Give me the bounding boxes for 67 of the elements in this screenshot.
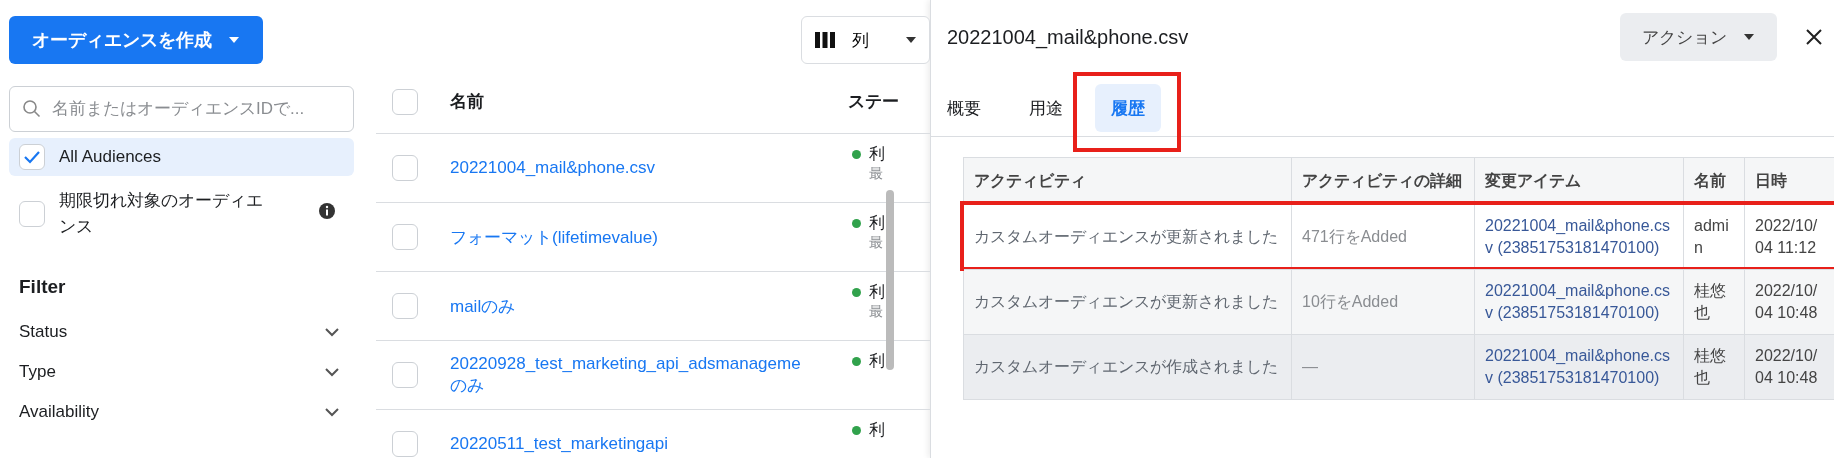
close-icon[interactable]: [1805, 28, 1823, 46]
tab[interactable]: 用途: [1013, 84, 1079, 132]
audience-name-link[interactable]: フォーマット(lifetimevalue): [450, 225, 832, 249]
column-header: 日時: [1744, 158, 1834, 204]
status-text: 利: [869, 420, 885, 440]
table-cell: —: [1291, 335, 1474, 399]
status-dot: [852, 357, 861, 366]
status-dot: [852, 426, 861, 435]
status-detail: 最: [869, 234, 884, 252]
checkbox[interactable]: [392, 293, 418, 319]
filter-dropdown[interactable]: Status: [9, 312, 354, 352]
status-detail: 最: [869, 303, 884, 321]
checkmark-icon: [23, 150, 41, 164]
checkbox[interactable]: [392, 155, 418, 181]
column-header: アクティビティ: [973, 171, 1087, 191]
status-detail: 最: [869, 165, 884, 183]
search-field[interactable]: 名前またはオーディエンスIDで...: [9, 86, 354, 132]
item-link[interactable]: 20221004_mail&phone.csv (23851753181470100): [1485, 345, 1673, 389]
tab[interactable]: 履歴: [1095, 84, 1161, 132]
filter-label: 期限切れ対象のオーディエンス: [59, 190, 264, 238]
item-link[interactable]: 20221004_mail&phone.csv (23851753181470100): [1485, 280, 1673, 324]
caret-icon: [905, 36, 917, 44]
status-text: 利: [869, 144, 885, 164]
table-cell-text: カスタムオーディエンスが更新されました: [973, 227, 1279, 247]
checkbox[interactable]: [392, 88, 418, 115]
status-dot: [852, 150, 861, 159]
scrollbar[interactable]: [886, 190, 894, 370]
caret-icon: [1743, 33, 1755, 41]
audience-name-link[interactable]: 20220511_test_marketingapi: [450, 434, 832, 454]
search-icon: [22, 99, 42, 119]
checkbox[interactable]: [392, 362, 418, 388]
status-text: 利: [869, 351, 885, 371]
audience-name-link[interactable]: 20220928_test_marketing_api_adsmanageme のみ: [450, 353, 832, 397]
table-cell-text: カスタムオーディエンスが更新されました: [973, 292, 1279, 312]
columns-button[interactable]: 列: [801, 16, 930, 64]
status-dot: [852, 219, 861, 228]
filter-heading: Filter: [19, 276, 67, 298]
table-cell-text: カスタムオーディエンスが作成されました: [973, 357, 1279, 377]
tab[interactable]: 概要: [947, 84, 997, 132]
column-header: 変更アイテム: [1474, 158, 1683, 204]
info-icon[interactable]: [318, 202, 336, 220]
status-text: 利: [869, 282, 885, 302]
checkbox[interactable]: [19, 201, 45, 227]
columns-icon: [814, 31, 836, 49]
checkbox[interactable]: [19, 144, 45, 170]
panel-title: 20221004_mail&phone.csv: [947, 25, 1190, 49]
filter-label: All Audiences: [59, 146, 163, 168]
action-button[interactable]: アクション: [1620, 13, 1777, 61]
checkbox[interactable]: [392, 431, 418, 457]
column-header: アクティビティの詳細: [1291, 158, 1474, 204]
column-header[interactable]: ステー: [848, 90, 898, 113]
table-cell: 2022/10/04 10:48: [1744, 335, 1834, 399]
audience-filter-item[interactable]: 期限切れ対象のオーディエンス: [9, 182, 354, 246]
checkbox[interactable]: [392, 224, 418, 250]
audience-name-link[interactable]: 20221004_mail&phone.csv: [450, 158, 832, 178]
caret-icon: [228, 36, 240, 44]
item-link[interactable]: 20221004_mail&phone.csv (23851753181470100): [1485, 215, 1673, 259]
column-header[interactable]: 名前: [450, 90, 848, 113]
status-text: 利: [869, 213, 885, 233]
status-dot: [852, 288, 861, 297]
column-header: 名前: [1683, 158, 1744, 204]
table-cell: 桂悠也: [1683, 335, 1744, 399]
audience-filter-item[interactable]: All Audiences: [9, 138, 354, 176]
audience-name-link[interactable]: mailのみ: [450, 294, 832, 318]
filter-dropdown[interactable]: Type: [9, 352, 354, 392]
filter-dropdown[interactable]: Availability: [9, 392, 354, 432]
create-audience-button[interactable]: オーディエンスを作成: [9, 16, 263, 64]
